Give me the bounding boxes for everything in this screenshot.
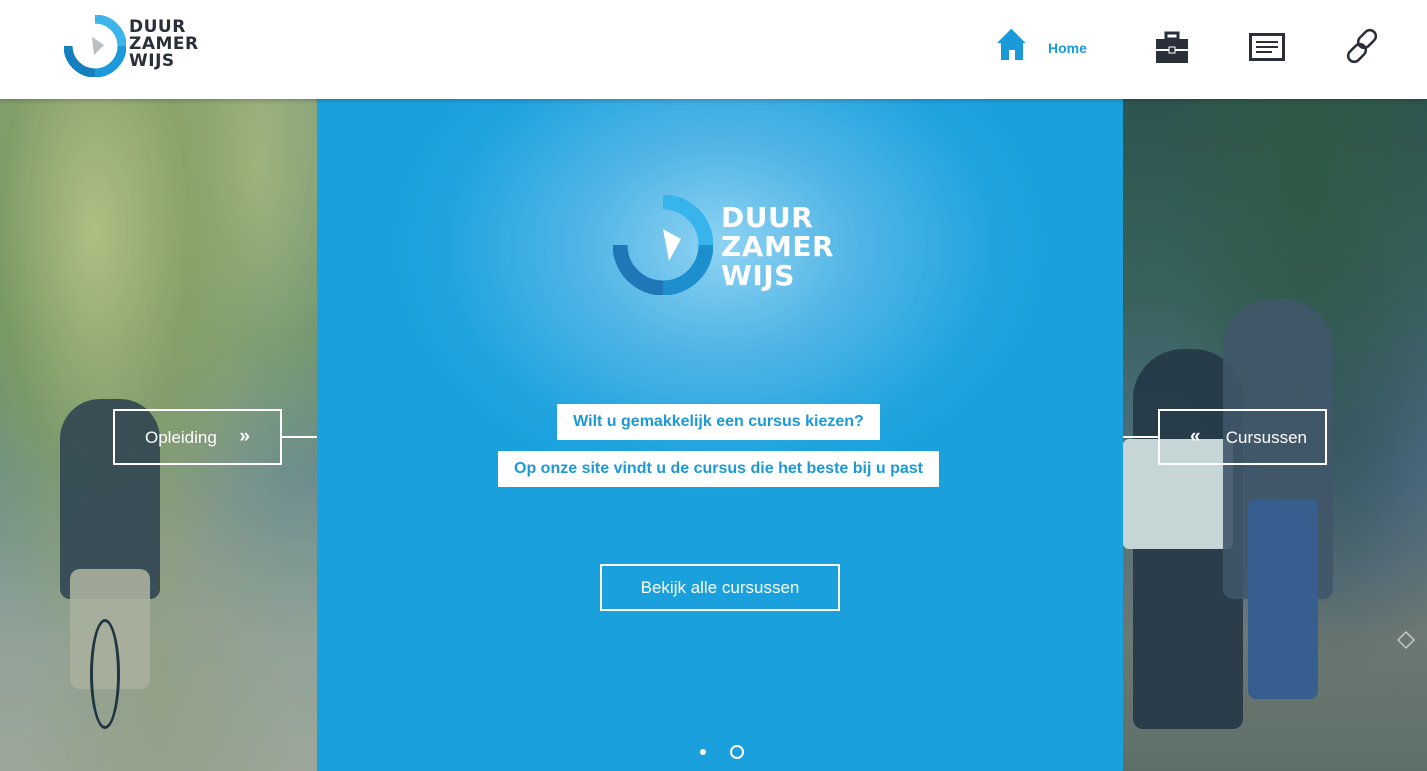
hero-center-panel: DUUR ZAMER WIJS Wilt u gemakkelijk een c… — [317, 99, 1123, 771]
connector-line-right — [1123, 436, 1158, 438]
resize-icon — [1396, 630, 1416, 650]
connector-line-left — [282, 436, 317, 438]
nav-portfolio[interactable] — [1154, 24, 1192, 72]
nav-home-label: Home — [1048, 40, 1087, 56]
tagline-question: Wilt u gemakkelijk een cursus kiezen? — [557, 404, 880, 440]
logo-ring-icon — [613, 195, 713, 295]
home-icon — [997, 27, 1028, 60]
nav-links[interactable] — [1343, 24, 1381, 72]
briefcase-icon — [1156, 31, 1188, 63]
cursussen-label: Cursussen — [1225, 428, 1307, 447]
hero-logo-wordmark: DUUR ZAMER WIJS — [721, 203, 834, 290]
logo-ring-icon — [64, 15, 126, 77]
hero-logo-line-3: WIJS — [721, 259, 795, 292]
logo-wordmark: DUUR ZAMER WIJS — [129, 19, 199, 70]
hero-logo-line-2: ZAMER — [721, 230, 835, 263]
slide-dot-1[interactable] — [700, 749, 706, 755]
opleiding-label: Opleiding — [145, 428, 217, 447]
nav-home[interactable]: Home — [995, 24, 1105, 72]
site-header: DUUR ZAMER WIJS Home — [0, 0, 1427, 99]
cursussen-button[interactable]: « Cursussen — [1158, 409, 1327, 465]
chevron-left-icon: « — [1190, 426, 1201, 447]
document-icon — [1249, 33, 1285, 61]
slide-dot-2[interactable] — [730, 745, 744, 759]
view-all-courses-button[interactable]: Bekijk alle cursussen — [600, 564, 840, 611]
nav-news[interactable] — [1249, 24, 1287, 72]
hero-slider: Opleiding » « Cursussen DUUR ZAMER WIJS … — [0, 99, 1427, 771]
tagline-statement: Op onze site vindt u de cursus die het b… — [498, 451, 939, 487]
hero-logo-line-1: DUUR — [721, 201, 814, 234]
slider-pagination — [697, 743, 747, 761]
opleiding-button[interactable]: Opleiding » — [113, 409, 282, 465]
logo-line-3: WIJS — [129, 51, 175, 71]
site-logo[interactable]: DUUR ZAMER WIJS — [64, 15, 199, 77]
hero-logo: DUUR ZAMER WIJS — [613, 195, 834, 297]
link-icon — [1346, 28, 1378, 64]
chevron-right-icon: » — [239, 426, 250, 447]
